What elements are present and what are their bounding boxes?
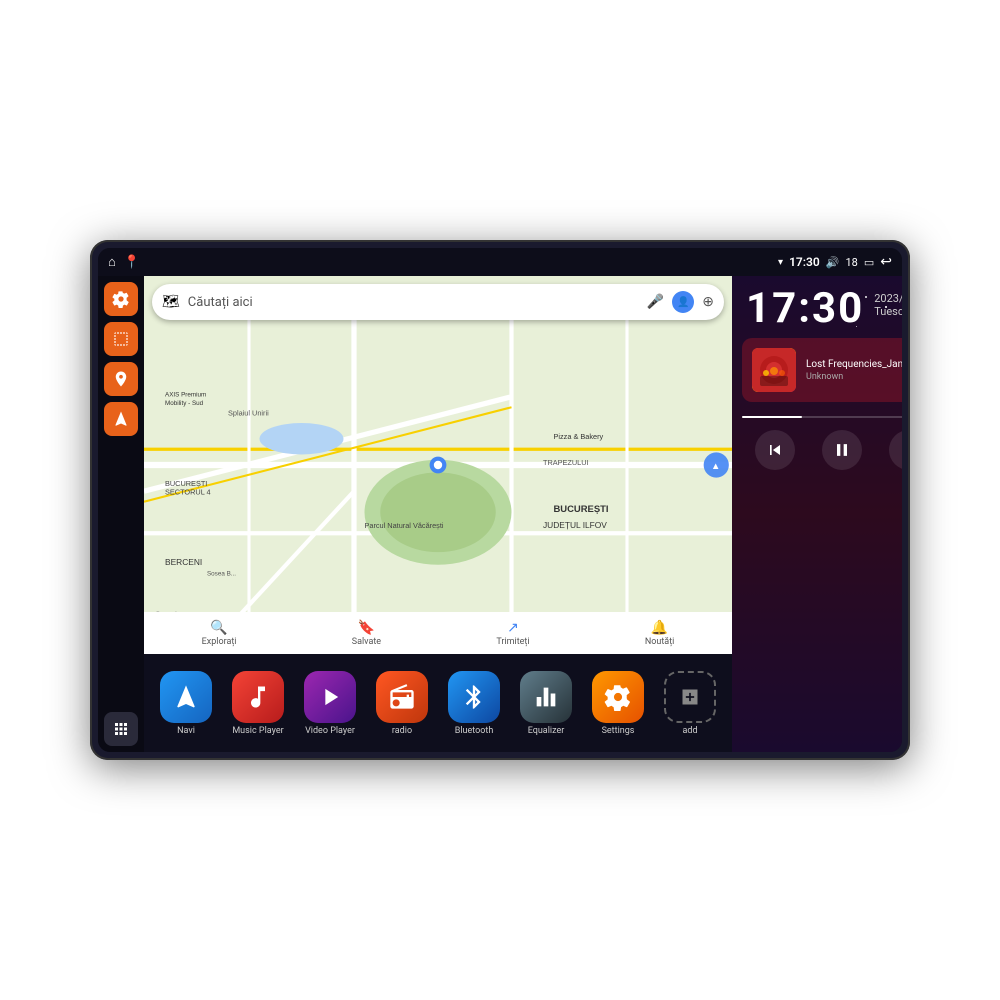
map-search-placeholder[interactable]: Căutați aici: [188, 295, 639, 310]
app-music-player[interactable]: Music Player: [226, 671, 290, 736]
music-section: Lost Frequencies_Janie... Unknown: [732, 338, 902, 752]
sidebar-btn-files[interactable]: [104, 322, 138, 356]
svg-text:Pizza & Bakery: Pizza & Bakery: [554, 432, 604, 441]
explore-icon: 🔍: [210, 620, 227, 636]
svg-text:TRAPEZULUI: TRAPEZULUI: [543, 458, 589, 467]
clock-date: 2023/12/12 Tuesday: [874, 288, 902, 318]
news-label: Noutăți: [645, 637, 675, 647]
app-radio[interactable]: radio: [370, 671, 434, 736]
mic-icon[interactable]: 🎤: [647, 294, 664, 310]
music-title: Lost Frequencies_Janie...: [806, 359, 902, 370]
music-controls: [742, 422, 902, 478]
saved-label: Salvate: [352, 637, 381, 647]
add-icon: [664, 671, 716, 723]
add-label: add: [682, 726, 697, 736]
prev-btn[interactable]: [755, 430, 795, 470]
screen: ⌂ 📍 ▾ 17:30 🔊 18 ▭ ↩: [98, 248, 902, 752]
bluetooth-label: Bluetooth: [455, 726, 494, 736]
video-label: Video Player: [305, 726, 355, 736]
svg-text:SECTORUL 4: SECTORUL 4: [165, 487, 211, 496]
navi-icon: [160, 671, 212, 723]
status-right: ▾ 17:30 🔊 18 ▭ ↩: [778, 254, 892, 270]
map-saved-btn[interactable]: 🔖 Salvate: [352, 620, 381, 647]
svg-text:▲: ▲: [711, 461, 720, 472]
bluetooth-icon: [448, 671, 500, 723]
clock-section: 17:30 2023/12/12 Tuesday: [732, 276, 902, 338]
sidebar-btn-apps[interactable]: [104, 712, 138, 746]
user-avatar[interactable]: 👤: [672, 291, 694, 313]
app-settings[interactable]: Settings: [586, 671, 650, 736]
wifi-icon: ▾: [778, 257, 783, 268]
svg-text:BUCUREȘTI: BUCUREȘTI: [554, 504, 609, 515]
left-sidebar: [98, 276, 144, 752]
clock-date-year: 2023/12/12: [874, 292, 902, 305]
music-artist: Unknown: [806, 372, 902, 382]
navi-label: Navi: [177, 726, 195, 736]
sidebar-btn-settings[interactable]: [104, 282, 138, 316]
app-bluetooth[interactable]: Bluetooth: [442, 671, 506, 736]
equalizer-label: Equalizer: [528, 726, 565, 736]
map-bottom-nav: 🔍 Explorați 🔖 Salvate ↗ Trimiteți 🔔: [144, 612, 732, 654]
news-icon: 🔔: [651, 620, 668, 636]
main-area: Parcul Natural Văcărești AXIS Premium Mo…: [98, 276, 902, 752]
radio-icon: [376, 671, 428, 723]
radio-label: radio: [392, 726, 412, 736]
share-label: Trimiteți: [496, 637, 529, 647]
explore-label: Explorați: [202, 637, 237, 647]
right-panel: 17:30 2023/12/12 Tuesday: [732, 276, 902, 752]
svg-text:Splaiul Unirii: Splaiul Unirii: [228, 409, 269, 418]
back-icon[interactable]: ↩: [880, 254, 892, 270]
status-left: ⌂ 📍: [108, 254, 140, 270]
now-playing: Lost Frequencies_Janie... Unknown: [742, 338, 902, 402]
svg-text:BERCENI: BERCENI: [165, 557, 202, 567]
clock-date-day: Tuesday: [874, 305, 902, 318]
settings-label: Settings: [602, 726, 635, 736]
battery-level: 18: [845, 256, 857, 269]
status-bar: ⌂ 📍 ▾ 17:30 🔊 18 ▭ ↩: [98, 248, 902, 276]
app-video-player[interactable]: Video Player: [298, 671, 362, 736]
equalizer-icon: [520, 671, 572, 723]
pause-btn[interactable]: [822, 430, 862, 470]
map-search-bar[interactable]: 🗺 Căutați aici 🎤 👤 ⊕: [152, 284, 724, 320]
svg-text:Parcul Natural Văcărești: Parcul Natural Văcărești: [365, 521, 444, 530]
music-progress-fill: [742, 416, 802, 418]
battery-icon: ▭: [864, 256, 874, 269]
svg-text:Mobility - Sud: Mobility - Sud: [165, 400, 204, 407]
share-icon: ↗: [507, 620, 519, 636]
next-btn[interactable]: [889, 430, 902, 470]
layers-icon[interactable]: ⊕: [702, 294, 714, 310]
music-info: Lost Frequencies_Janie... Unknown: [806, 359, 902, 382]
map-area[interactable]: Parcul Natural Văcărești AXIS Premium Mo…: [144, 276, 732, 654]
maps-status-icon[interactable]: 📍: [124, 255, 140, 270]
settings-icon: [592, 671, 644, 723]
car-display-device: ⌂ 📍 ▾ 17:30 🔊 18 ▭ ↩: [90, 240, 910, 760]
music-progress-bar[interactable]: [742, 416, 902, 418]
saved-icon: 🔖: [358, 620, 375, 636]
clock-time: 17:30: [746, 288, 864, 330]
map-share-btn[interactable]: ↗ Trimiteți: [496, 620, 529, 647]
album-art: [752, 348, 796, 392]
map-news-btn[interactable]: 🔔 Noutăți: [645, 620, 675, 647]
map-explore-btn[interactable]: 🔍 Explorați: [202, 620, 237, 647]
svg-text:JUDEȚUL ILFOV: JUDEȚUL ILFOV: [543, 520, 607, 530]
app-grid: Navi Music Player Video Player: [144, 654, 732, 752]
music-label: Music Player: [232, 726, 283, 736]
svg-text:Sosea B...: Sosea B...: [207, 570, 236, 577]
app-add[interactable]: add: [658, 671, 722, 736]
google-maps-icon: 🗺: [162, 294, 180, 310]
app-navi[interactable]: Navi: [154, 671, 218, 736]
sidebar-btn-maps[interactable]: [104, 362, 138, 396]
sidebar-btn-nav[interactable]: [104, 402, 138, 436]
music-icon: [232, 671, 284, 723]
home-icon[interactable]: ⌂: [108, 254, 116, 270]
video-icon: [304, 671, 356, 723]
app-equalizer[interactable]: Equalizer: [514, 671, 578, 736]
svg-text:AXIS Premium: AXIS Premium: [165, 392, 206, 399]
center-content: Parcul Natural Văcărești AXIS Premium Mo…: [144, 276, 732, 752]
status-time: 17:30: [789, 255, 820, 269]
volume-icon: 🔊: [826, 256, 840, 269]
